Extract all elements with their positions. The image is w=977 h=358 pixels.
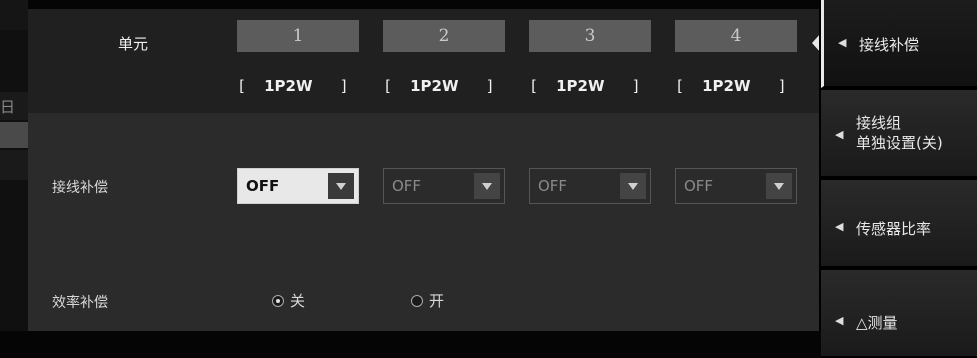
wiring-mode-unit-1: [ 1P2W ] — [237, 77, 349, 95]
edge-cell — [0, 0, 28, 30]
chevron-down-icon — [482, 183, 492, 190]
radio-unchecked-icon — [411, 294, 423, 307]
wiring-compensation-select-unit-4[interactable]: OFF — [675, 168, 797, 204]
menu-item-label: 传感器比率 — [856, 220, 932, 238]
menu-item-label: 单独设置(关) — [856, 134, 943, 152]
efficiency-compensation-label: 效率补偿 — [52, 295, 108, 311]
edge-cell — [0, 150, 28, 180]
unit-button-4[interactable]: 4 — [675, 20, 797, 52]
dropdown-button[interactable] — [620, 173, 646, 199]
radio-label: 关 — [290, 292, 306, 310]
settings-panel: 单元 1 2 3 4 [ 1P2W ] [ 1P2W ] [ 1P2W ] [ … — [28, 9, 819, 331]
menu-item-wiring-group[interactable]: ◀ 接线组 单独设置(关) — [821, 90, 977, 178]
chevron-down-icon — [336, 183, 346, 190]
chevron-down-icon — [774, 183, 784, 190]
unit-label: 单元 — [118, 35, 149, 53]
edge-cell-highlight — [0, 122, 28, 148]
wiring-compensation-select-unit-2[interactable]: OFF — [383, 168, 505, 204]
triangle-left-icon: ◀ — [835, 220, 844, 233]
unit-button-2[interactable]: 2 — [383, 20, 505, 52]
select-value: OFF — [246, 177, 280, 195]
radio-label: 开 — [429, 292, 445, 310]
unit-header: 单元 1 2 3 4 [ 1P2W ] [ 1P2W ] [ 1P2W ] [ … — [28, 9, 819, 113]
triangle-left-icon: ◀ — [835, 128, 844, 141]
dropdown-button[interactable] — [474, 173, 500, 199]
wiring-compensation-select-unit-3[interactable]: OFF — [529, 168, 651, 204]
efficiency-radio-off[interactable]: 关 — [272, 290, 305, 311]
unit-button-1[interactable]: 1 — [237, 20, 359, 52]
wiring-mode-unit-3: [ 1P2W ] — [529, 77, 641, 95]
dropdown-button[interactable] — [328, 173, 354, 199]
wiring-compensation-select-unit-1[interactable]: OFF — [237, 168, 359, 204]
dropdown-button[interactable] — [766, 173, 792, 199]
menu-item-label: △测量 — [856, 314, 898, 332]
menu-item-sensor-ratio[interactable]: ◀ 传感器比率 — [821, 180, 977, 268]
chevron-down-icon — [628, 183, 638, 190]
triangle-left-icon: ◀ — [835, 314, 844, 327]
unit-button-3[interactable]: 3 — [529, 20, 651, 52]
side-menu: ◀ 接线补偿 ◀ 接线组 单独设置(关) ◀ 传感器比率 ◀ △测量 — [819, 0, 977, 358]
left-edge-strip: 日 — [0, 0, 28, 331]
wiring-mode-unit-2: [ 1P2W ] — [383, 77, 495, 95]
wiring-mode-unit-4: [ 1P2W ] — [675, 77, 787, 95]
menu-item-wiring-compensation[interactable]: ◀ 接线补偿 — [821, 0, 977, 88]
edge-glyph: 日 — [0, 98, 16, 116]
triangle-left-icon: ◀ — [838, 36, 847, 49]
menu-item-label: 接线组 — [856, 114, 902, 132]
menu-item-delta-measure[interactable]: ◀ △测量 — [821, 270, 977, 358]
menu-item-label: 接线补偿 — [859, 36, 920, 54]
wiring-compensation-label: 接线补偿 — [52, 180, 108, 196]
efficiency-radio-on[interactable]: 开 — [411, 290, 444, 311]
select-value: OFF — [684, 177, 714, 195]
select-value: OFF — [392, 177, 422, 195]
radio-checked-icon — [272, 294, 284, 307]
select-value: OFF — [538, 177, 568, 195]
